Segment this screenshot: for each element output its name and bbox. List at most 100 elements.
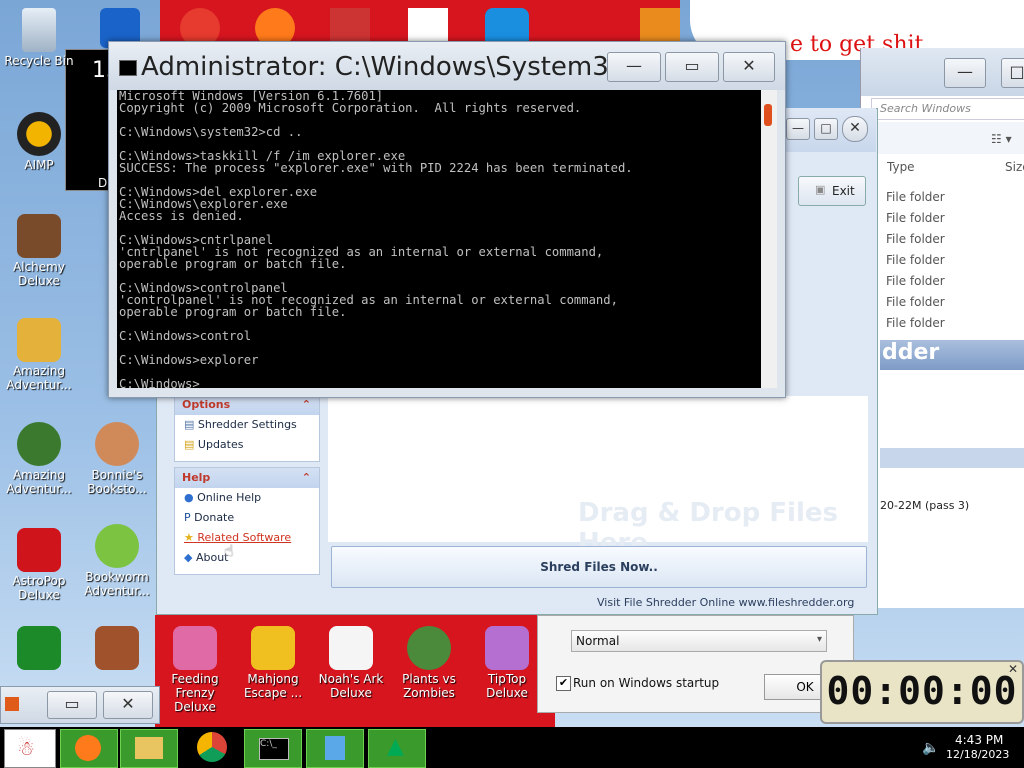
column-header-size[interactable]: Size <box>1005 160 1024 174</box>
view-options-icon[interactable]: ☷ ▾ <box>991 132 1012 146</box>
desktop-icon-alchemy-deluxe[interactable]: Alchemy Deluxe <box>0 214 78 288</box>
explorer-file-list: File folder File folder File folder File… <box>886 190 945 337</box>
shredder-titlebar: — □ ✕ <box>784 108 876 152</box>
list-item[interactable]: File folder <box>886 316 945 337</box>
radiation-icon <box>17 626 61 670</box>
shredder-close-button[interactable]: ✕ <box>842 116 868 142</box>
taskbar-cmd[interactable]: C:\_ <box>244 729 302 768</box>
desktop-icon-feeding-frenzy[interactable]: Feeding Frenzy Deluxe <box>156 626 234 714</box>
fish-icon <box>173 626 217 670</box>
desktop-icon-plants-vs-zombies[interactable]: Plants vs Zombies <box>390 626 468 700</box>
priority-select[interactable]: Normal ▾ <box>571 630 827 652</box>
recycle-bin-icon <box>325 736 345 760</box>
options-panel-header[interactable]: Options ⌃ <box>175 395 319 415</box>
exit-button[interactable]: ▣ Exit <box>798 176 866 206</box>
console-output[interactable]: Microsoft Windows [Version 6.1.7601] Cop… <box>117 90 767 388</box>
shred-files-now-button[interactable]: Shred Files Now.. <box>331 546 867 588</box>
alchemy-icon <box>17 214 61 258</box>
cmd-minimize-button[interactable]: — <box>607 52 661 82</box>
window-app-icon <box>5 697 19 711</box>
startup-label: Run on Windows startup <box>573 676 720 690</box>
drop-zone[interactable]: Drag & Drop Files Here <box>328 396 868 558</box>
footer-link[interactable]: Visit File Shredder Online www.fileshred… <box>597 596 854 609</box>
shred-status-text: 20-22M (pass 3) <box>880 499 970 512</box>
help-panel: Help ⌃ ● Online Help P Donate ★ Related … <box>174 467 320 575</box>
list-item[interactable]: File folder <box>886 211 945 232</box>
taskbar-chrome[interactable] <box>185 729 241 766</box>
taskbar-file-explorer[interactable] <box>120 729 178 768</box>
help-panel-header[interactable]: Help ⌃ <box>175 468 319 488</box>
shredder-settings-link[interactable]: ▤ Shredder Settings <box>175 415 319 435</box>
close-button[interactable]: ✕ <box>103 691 153 719</box>
start-button[interactable]: ☃ <box>4 729 56 768</box>
santa-icon: ☃ <box>17 736 35 760</box>
list-item[interactable]: File folder <box>886 295 945 316</box>
firefox-icon <box>75 735 101 761</box>
taskbar-date[interactable]: 12/18/2023 <box>946 748 1009 761</box>
options-panel: Options ⌃ ▤ Shredder Settings ▤ Updates <box>174 394 320 462</box>
folder-icon <box>135 737 163 759</box>
updates-link[interactable]: ▤ Updates <box>175 435 319 455</box>
desktop-icon-amazing-adventures-1[interactable]: Amazing Adventur... <box>0 318 78 392</box>
console-scrollbar[interactable] <box>761 90 777 388</box>
scrollbar-thumb[interactable] <box>764 104 772 126</box>
explorer-minimize-button[interactable]: — <box>944 58 986 88</box>
desktop-icon-noahs-ark[interactable]: Noah's Ark Deluxe <box>312 626 390 700</box>
online-help-link[interactable]: ● Online Help <box>175 488 319 508</box>
donate-link[interactable]: P Donate <box>175 508 319 528</box>
list-item[interactable]: File folder <box>886 274 945 295</box>
list-item[interactable]: File folder <box>886 253 945 274</box>
bonnie-icon <box>95 422 139 466</box>
chevron-down-icon: ▾ <box>816 634 822 645</box>
bookworm-icon <box>95 524 139 568</box>
shredder-maximize-button[interactable]: □ <box>814 118 838 140</box>
list-item[interactable]: File folder <box>886 190 945 211</box>
recycle-bin-icon <box>22 8 56 52</box>
column-header-type[interactable]: Type <box>887 160 915 174</box>
updates-icon: ▤ <box>184 438 195 451</box>
help-icon: ● <box>184 491 194 504</box>
taskbar-firefox[interactable] <box>60 729 118 768</box>
desktop-icon-astropop-deluxe[interactable]: AstroPop Deluxe <box>0 528 78 602</box>
paypal-icon: P <box>184 511 191 524</box>
minimized-window[interactable]: ▭ ✕ <box>0 686 160 724</box>
related-software-link[interactable]: ★ Related Software <box>175 528 319 548</box>
taskbar-recycle-bin[interactable] <box>306 729 364 768</box>
timer-close-icon[interactable]: ✕ <box>1008 662 1018 676</box>
collapse-icon[interactable]: ⌃ <box>302 395 311 415</box>
progress-strip <box>880 448 1024 468</box>
taskbar-xmas-tree[interactable]: ▲ <box>368 729 426 768</box>
aimp-icon <box>17 112 61 156</box>
desktop-icon-tiptop-deluxe[interactable]: TipTop Deluxe <box>468 626 546 700</box>
restore-button[interactable]: ▭ <box>47 691 97 719</box>
desktop-icon-bonnies-bookstore[interactable]: Bonnie's Booksto... <box>78 422 156 496</box>
cmd-close-button[interactable]: ✕ <box>723 52 775 82</box>
desktop-icon-mahjong-escape[interactable]: Mahjong Escape ... <box>234 626 312 700</box>
desktop-icon-aimp[interactable]: AIMP <box>0 112 78 172</box>
cmd-maximize-button[interactable]: ▭ <box>665 52 719 82</box>
volume-muted-icon[interactable]: 🔈 <box>922 740 939 756</box>
desktop-icon-amazing-adventures-2[interactable]: Amazing Adventur... <box>0 422 78 496</box>
startup-checkbox[interactable]: ✔ <box>556 676 571 691</box>
about-link[interactable]: ◆ About <box>175 548 319 568</box>
mahjong-icon <box>251 626 295 670</box>
cmd-titlebar[interactable]: Administrator: C:\Windows\System3... — ▭… <box>109 42 785 90</box>
explorer-search-input[interactable]: Search Windows <box>871 98 1024 120</box>
settings-dialog: Normal ▾ ✔ Run on Windows startup OK <box>537 615 854 713</box>
desktop-icon-recycle-bin[interactable]: Recycle Bin <box>0 8 78 68</box>
explorer-maximize-button[interactable]: □ <box>1001 58 1024 88</box>
desktop-icon-partial-left[interactable] <box>0 626 78 672</box>
list-item[interactable]: File folder <box>886 232 945 253</box>
desktop-icon-partial-bookworm[interactable] <box>78 626 156 672</box>
desktop-icon-bookworm-adventures[interactable]: Bookworm Adventur... <box>78 524 156 598</box>
explorer-titlebar: — □ <box>861 48 1024 96</box>
tree-icon: ▲ <box>387 734 404 759</box>
collapse-icon[interactable]: ⌃ <box>302 468 311 488</box>
exit-icon: ▣ <box>815 183 826 196</box>
shredder-minimize-button[interactable]: — <box>786 118 810 140</box>
taskbar-time[interactable]: 4:43 PM <box>955 733 1003 747</box>
cmd-window: Administrator: C:\Windows\System3... — ▭… <box>108 41 786 398</box>
sunflower-icon <box>407 626 451 670</box>
chrome-icon <box>197 732 227 762</box>
cmd-icon <box>119 60 137 76</box>
